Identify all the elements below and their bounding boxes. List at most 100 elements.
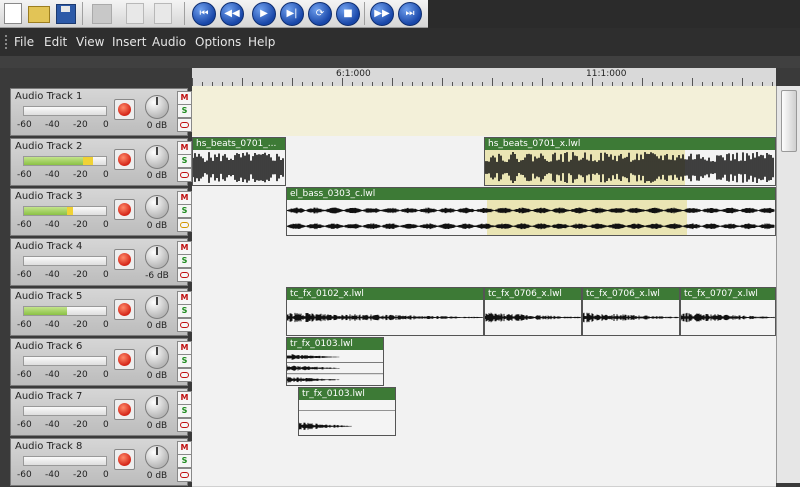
record-arm-button[interactable] <box>114 249 135 270</box>
record-icon <box>118 103 131 116</box>
menu-audio[interactable]: Audio <box>152 35 186 49</box>
solo-button[interactable]: S <box>177 354 192 368</box>
menu-insert[interactable]: Insert <box>112 35 146 49</box>
mute-button[interactable]: M <box>177 241 192 255</box>
loop-link-button[interactable] <box>177 368 192 382</box>
solo-button[interactable]: S <box>177 154 192 168</box>
menu-view[interactable]: View <box>76 35 104 49</box>
copy-icon[interactable] <box>126 3 144 24</box>
loop-link-button[interactable] <box>177 218 192 232</box>
solo-button[interactable]: S <box>177 204 192 218</box>
mute-button[interactable]: M <box>177 91 192 105</box>
gain-knob[interactable] <box>145 445 169 469</box>
track-header[interactable]: Audio Track 4 -60 -40 -20 0 -6 dB M S <box>10 238 192 286</box>
loop-icon[interactable]: ⟳ <box>308 2 332 26</box>
level-meter-peak <box>83 157 93 165</box>
solo-button[interactable]: S <box>177 104 192 118</box>
solo-button[interactable]: S <box>177 254 192 268</box>
loop-link-button[interactable] <box>177 168 192 182</box>
rewind-icon[interactable]: ◀◀ <box>220 2 244 26</box>
scrollbar-thumb[interactable] <box>781 90 797 152</box>
mute-button[interactable]: M <box>177 391 192 405</box>
meter-scale-label: 0 <box>103 270 109 280</box>
link-icon <box>180 322 189 328</box>
record-arm-button[interactable] <box>114 299 135 320</box>
gain-knob[interactable] <box>145 245 169 269</box>
gain-knob[interactable] <box>145 345 169 369</box>
loop-link-button[interactable] <box>177 468 192 482</box>
audio-clip[interactable]: tc_fx_0707_x.lwl <box>680 287 776 336</box>
mute-button[interactable]: M <box>177 341 192 355</box>
menu-edit[interactable]: Edit <box>44 35 67 49</box>
loop-link-button[interactable] <box>177 118 192 132</box>
go-to-end-icon[interactable]: ⏭ <box>398 2 422 26</box>
track-header[interactable]: Audio Track 7 -60 -40 -20 0 0 dB M S <box>10 388 192 436</box>
paste-icon[interactable] <box>154 3 172 24</box>
audio-clip[interactable]: tc_fx_0706_x.lwl <box>484 287 582 336</box>
record-arm-button[interactable] <box>114 149 135 170</box>
audio-clip[interactable]: tr_fx_0103.lwl <box>298 387 396 436</box>
mute-button[interactable]: M <box>177 441 192 455</box>
save-disk-icon[interactable] <box>56 4 76 24</box>
clip-waveform <box>287 200 775 235</box>
fast-forward-icon[interactable]: ▶▶ <box>370 2 394 26</box>
gain-knob[interactable] <box>145 295 169 319</box>
meter-scale-label: -20 <box>73 320 88 330</box>
audio-clip[interactable]: tc_fx_0706_x.lwl <box>582 287 680 336</box>
audio-clip[interactable]: el_bass_0303_c.lwl <box>286 187 776 236</box>
track-lane[interactable] <box>192 86 776 137</box>
level-meter <box>23 406 107 416</box>
meter-scale-label: 0 <box>103 370 109 380</box>
go-to-start-icon[interactable]: ⏮ <box>192 2 216 26</box>
solo-button[interactable]: S <box>177 404 192 418</box>
mute-button[interactable]: M <box>177 191 192 205</box>
loop-link-button[interactable] <box>177 268 192 282</box>
audio-clip[interactable]: tc_fx_0102_x.lwl <box>286 287 484 336</box>
record-arm-button[interactable] <box>114 449 135 470</box>
gain-knob[interactable] <box>145 95 169 119</box>
play-from-cursor-icon[interactable]: ▶| <box>280 2 304 26</box>
track-lane[interactable] <box>192 336 776 387</box>
play-icon[interactable]: ▶ <box>252 2 276 26</box>
audio-clip[interactable]: tr_fx_0103.lwl <box>286 337 384 386</box>
record-arm-button[interactable] <box>114 399 135 420</box>
stop-icon[interactable]: ■ <box>336 2 360 26</box>
record-icon <box>118 453 131 466</box>
ruler-tick <box>292 78 293 86</box>
track-header[interactable]: Audio Track 2 -60 -40 -20 0 0 dB M S <box>10 138 192 186</box>
open-folder-icon[interactable] <box>28 6 50 23</box>
track-header[interactable]: Audio Track 3 -60 -40 -20 0 0 dB M S <box>10 188 192 236</box>
meter-scale-label: -60 <box>17 220 32 230</box>
track-lane[interactable] <box>192 386 776 437</box>
gain-knob[interactable] <box>145 395 169 419</box>
level-meter <box>23 106 107 116</box>
audio-clip[interactable]: hs_beats_0701_... <box>192 137 286 186</box>
track-lane[interactable] <box>192 236 776 287</box>
cut-icon[interactable] <box>92 4 112 24</box>
menu-options[interactable]: Options <box>195 35 241 49</box>
track-name: Audio Track 4 <box>15 241 83 252</box>
menu-help[interactable]: Help <box>248 35 275 49</box>
vertical-scrollbar[interactable] <box>776 86 800 483</box>
track-lane[interactable] <box>192 436 776 487</box>
record-arm-button[interactable] <box>114 99 135 120</box>
solo-button[interactable]: S <box>177 304 192 318</box>
loop-link-button[interactable] <box>177 318 192 332</box>
track-header[interactable]: Audio Track 8 -60 -40 -20 0 0 dB M S <box>10 438 192 486</box>
track-header[interactable]: Audio Track 6 -60 -40 -20 0 0 dB M S <box>10 338 192 386</box>
mute-button[interactable]: M <box>177 291 192 305</box>
gain-knob[interactable] <box>145 145 169 169</box>
loop-link-button[interactable] <box>177 418 192 432</box>
timeline-ruler[interactable]: 6:1:000 11:1:000 <box>192 68 776 87</box>
menu-file[interactable]: File <box>14 35 34 49</box>
solo-button[interactable]: S <box>177 454 192 468</box>
audio-clip[interactable]: hs_beats_0701_x.lwl <box>484 137 776 186</box>
track-header[interactable]: Audio Track 1 -60 -40 -20 0 0 dB M S <box>10 88 192 136</box>
record-arm-button[interactable] <box>114 349 135 370</box>
mute-button[interactable]: M <box>177 141 192 155</box>
gain-knob[interactable] <box>145 195 169 219</box>
record-arm-button[interactable] <box>114 199 135 220</box>
track-header[interactable]: Audio Track 5 -60 -40 -20 0 0 dB M S <box>10 288 192 336</box>
new-document-icon[interactable] <box>4 3 22 24</box>
meter-scale-label: -20 <box>73 420 88 430</box>
